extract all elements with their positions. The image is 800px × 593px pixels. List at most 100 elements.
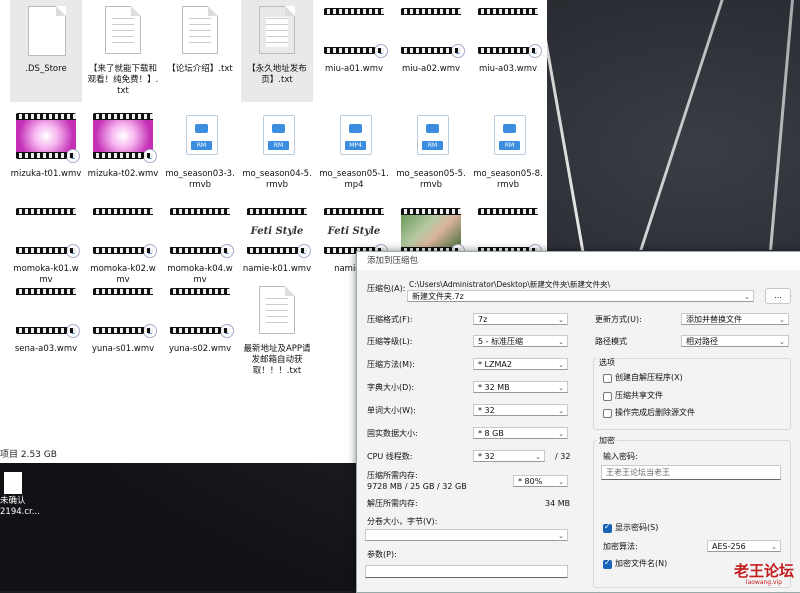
file-item[interactable]: momoka-k01.wmv <box>10 200 82 292</box>
text-file-icon <box>105 6 141 54</box>
file-item[interactable]: momoka-k02.wmv <box>87 200 159 292</box>
params-label: 参数(P): <box>367 550 397 559</box>
file-item[interactable]: miu-a02.wmv <box>395 0 467 102</box>
method-select[interactable]: * LZMA2 ⌄ <box>473 358 568 370</box>
dialog-title: 添加到压缩包 <box>357 252 800 270</box>
encrypt-names-checkbox[interactable] <box>603 558 612 569</box>
add-to-archive-dialog: 添加到压缩包 压缩包(A): C:\Users\Administrator\De… <box>356 251 800 593</box>
archive-name-combo[interactable]: 新建文件夹.7z ⌄ <box>407 290 754 302</box>
watermark: 老王论坛 laowang.vip <box>733 562 794 586</box>
file-item[interactable]: mizuka-t01.wmv <box>10 105 82 197</box>
video-thumbnail-logo: Feti Style <box>327 225 381 237</box>
file-name: 【永久地址发布页】.txt <box>247 64 307 85</box>
decomp-label: 解压所需内存: <box>367 499 418 508</box>
status-text: 项目 2.53 GB <box>0 450 57 460</box>
file-item[interactable]: yuna-s01.wmv <box>87 280 159 372</box>
desktop-file[interactable]: 未确认 2194.cr... <box>0 470 40 530</box>
file-name: sena-a03.wmv <box>14 344 78 354</box>
show-password-checkbox[interactable] <box>603 522 612 533</box>
video-thumbnail <box>401 208 465 258</box>
file-item[interactable]: .DS_Store <box>10 0 82 102</box>
desktop-file-label: 未确认 2194.cr... <box>0 496 40 517</box>
file-name: mo_season05-8.rmvb <box>473 169 543 190</box>
file-item[interactable]: 【来了就能下载和观看！纯免费！】.txt <box>87 0 159 102</box>
player-badge-icon <box>66 149 80 163</box>
sfx-checkbox[interactable] <box>603 374 612 383</box>
video-thumbnail <box>16 113 80 163</box>
player-badge-icon <box>143 244 157 258</box>
file-name: mo_season04-5.rmvb <box>242 169 312 190</box>
text-file-icon <box>182 6 218 54</box>
solid-select[interactable]: * 8 GB ⌄ <box>473 427 568 439</box>
chevron-down-icon: ⌄ <box>744 293 750 301</box>
split-select[interactable]: ⌄ <box>365 529 568 541</box>
file-item[interactable]: mizuka-t02.wmv <box>87 105 159 197</box>
method-label: 压缩方法(M): <box>367 360 415 369</box>
file-item[interactable]: momoka-k04.wmv <box>164 200 236 292</box>
file-item[interactable]: MP4 mo_season05-1.mp4 <box>318 105 390 197</box>
file-name: mo_season05-5.rmvb <box>396 169 466 190</box>
video-thumbnail <box>16 208 80 258</box>
file-name: mo_season03-3.rmvb <box>165 169 235 190</box>
file-name: mizuka-t01.wmv <box>10 169 82 179</box>
cpu-select[interactable]: * 32 ⌄ <box>473 450 545 462</box>
file-item[interactable]: RM mo_season04-5.rmvb <box>241 105 313 197</box>
mem-value: 9728 MB / 25 GB / 32 GB <box>367 482 467 491</box>
player-badge-icon <box>66 244 80 258</box>
file-item[interactable]: miu-a03.wmv <box>472 0 544 102</box>
shared-label: 压缩共享文件 <box>615 391 663 400</box>
file-item[interactable]: RM mo_season05-8.rmvb <box>472 105 544 197</box>
video-thumbnail <box>170 288 234 338</box>
text-file-icon <box>259 6 295 54</box>
dict-label: 字典大小(D): <box>367 383 415 392</box>
file-item[interactable]: Feti Style namie-k01.wmv <box>241 200 313 292</box>
level-label: 压缩等级(L): <box>367 337 413 346</box>
video-thumbnail <box>401 8 465 58</box>
file-item[interactable]: yuna-s02.wmv <box>164 280 236 372</box>
password-input[interactable]: 王老王论坛当老王 <box>601 465 781 480</box>
split-label: 分卷大小，字节(V): <box>367 517 438 526</box>
shared-checkbox[interactable] <box>603 392 612 401</box>
light-streak <box>769 0 794 250</box>
params-input[interactable] <box>365 565 568 578</box>
media-file-icon: RM <box>417 115 449 155</box>
format-select[interactable]: 7z ⌄ <box>473 313 568 325</box>
encryption-title: 加密 <box>597 435 617 447</box>
file-item[interactable]: RM mo_season05-5.rmvb <box>395 105 467 197</box>
file-item[interactable]: 最新地址及APP请发邮箱自动获取！！！.txt <box>241 280 313 376</box>
light-streak <box>639 0 724 250</box>
file-name: 【来了就能下载和观看！纯免费！】.txt <box>87 64 159 96</box>
pathmode-select[interactable]: 相对路径 ⌄ <box>681 335 789 347</box>
video-thumbnail: Feti Style <box>247 208 311 258</box>
enc-method-select[interactable]: AES-256 ⌄ <box>707 540 781 552</box>
player-badge-icon <box>143 149 157 163</box>
file-name: yuna-s01.wmv <box>91 344 155 354</box>
file-name: .DS_Store <box>25 64 67 74</box>
word-select[interactable]: * 32 ⌄ <box>473 404 568 416</box>
file-name: miu-a02.wmv <box>401 64 461 74</box>
update-select[interactable]: 添加并替换文件 ⌄ <box>681 313 789 325</box>
file-item[interactable]: 【论坛介绍】.txt <box>164 0 236 102</box>
video-thumbnail-logo: Feti Style <box>250 225 304 237</box>
enc-method-label: 加密算法: <box>603 542 638 551</box>
file-name: namie-k01.wmv <box>242 264 312 274</box>
archive-label: 压缩包(A): <box>367 284 406 293</box>
player-badge-icon <box>66 324 80 338</box>
media-file-icon: RM <box>494 115 526 155</box>
options-title: 选项 <box>597 357 617 369</box>
file-item[interactable]: sena-a03.wmv <box>10 280 82 372</box>
player-badge-icon <box>528 44 542 58</box>
video-thumbnail <box>93 208 157 258</box>
file-item[interactable]: RM mo_season03-3.rmvb <box>164 105 236 197</box>
file-name: mo_season05-1.mp4 <box>319 169 389 190</box>
delete-checkbox[interactable] <box>603 409 612 418</box>
file-icon <box>28 6 66 56</box>
file-item[interactable]: 【永久地址发布页】.txt <box>241 0 313 102</box>
file-item[interactable]: miu-a01.wmv <box>318 0 390 102</box>
level-select[interactable]: 5 - 标准压缩 ⌄ <box>473 335 568 347</box>
mem-percent-select[interactable]: * 80% ⌄ <box>513 475 568 487</box>
media-file-icon: RM <box>263 115 295 155</box>
player-badge-icon <box>297 244 311 258</box>
dict-select[interactable]: * 32 MB ⌄ <box>473 381 568 393</box>
browse-button[interactable]: ... <box>765 288 791 304</box>
